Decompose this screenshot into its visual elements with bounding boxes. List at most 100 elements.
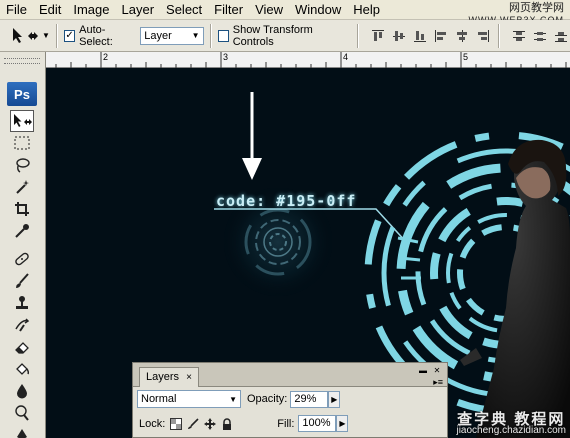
- chevron-down-icon: ▼: [229, 394, 237, 404]
- close-icon[interactable]: ×: [186, 372, 192, 383]
- pen-tool[interactable]: [10, 424, 34, 438]
- menu-select[interactable]: Select: [160, 0, 208, 20]
- blur-tool[interactable]: [10, 380, 34, 402]
- eraser-tool[interactable]: [10, 336, 34, 358]
- checkmark-icon: ✓: [65, 29, 74, 41]
- canvas-code-text: code: #195-0ff: [216, 192, 357, 210]
- site-watermark-bottom: 查字典 教程网 jiaocheng.chazidian.com: [456, 411, 566, 436]
- align-top-icon[interactable]: [369, 27, 387, 45]
- opacity-label: Opacity:: [247, 393, 288, 405]
- dodge-icon: [15, 405, 29, 421]
- lock-transparency-icon[interactable]: [169, 417, 183, 431]
- align-left-icon[interactable]: [432, 27, 450, 45]
- menu-view[interactable]: View: [249, 0, 289, 20]
- show-transform-label: Show Transform Controls: [232, 23, 313, 48]
- triangle-right-icon: ▶: [331, 394, 338, 404]
- layers-panel-tabbar: Layers × ▬ ✕ ▸≡: [133, 363, 447, 387]
- separator: [55, 23, 58, 48]
- horizontal-ruler[interactable]: 2 3 4 5: [46, 52, 570, 68]
- lock-all-icon[interactable]: [220, 417, 234, 431]
- options-bar: ▼ ✓ Auto-Select: Layer ▼ Show Transform …: [0, 20, 570, 52]
- eyedropper-icon: [15, 224, 29, 238]
- align-right-icon[interactable]: [474, 27, 492, 45]
- menu-image[interactable]: Image: [67, 0, 115, 20]
- distribute-bottom-icon[interactable]: [552, 27, 570, 45]
- menu-edit[interactable]: Edit: [33, 0, 67, 20]
- paint-bucket-icon: [16, 363, 30, 375]
- align-vcenter-icon[interactable]: [390, 27, 408, 45]
- blend-mode-dropdown[interactable]: Normal ▼: [137, 390, 241, 408]
- crop-tool[interactable]: [10, 198, 34, 220]
- lock-pixels-icon[interactable]: [186, 417, 200, 431]
- stamp-icon: [16, 296, 28, 309]
- droplet-icon: [17, 384, 27, 399]
- separator: [357, 23, 359, 48]
- ruler-label-4: 4: [343, 52, 349, 62]
- clone-stamp-tool[interactable]: [10, 292, 34, 314]
- history-brush-tool[interactable]: [10, 314, 34, 336]
- layers-panel: Layers × ▬ ✕ ▸≡ Normal ▼ Opacity: 29% ▶ …: [132, 362, 448, 438]
- tab-layers-label: Layers: [146, 371, 180, 383]
- watermark-bottom-line1: 查字典 教程网: [457, 411, 566, 428]
- panel-menu-icon[interactable]: ▸≡: [433, 377, 443, 388]
- menu-window[interactable]: Window: [289, 0, 347, 20]
- auto-select-value: Layer: [144, 29, 172, 42]
- panel-window-buttons: ▬ ✕: [417, 366, 443, 376]
- tool-preset-picker[interactable]: ▼: [10, 23, 50, 49]
- opacity-slider-button[interactable]: ▶: [328, 390, 341, 408]
- history-brush-icon: [15, 318, 30, 332]
- toolbox: Ps: [0, 52, 46, 438]
- brush-icon: [16, 273, 29, 288]
- toolbox-grip[interactable]: [4, 58, 40, 64]
- blend-row: Normal ▼ Opacity: 29% ▶: [133, 390, 447, 408]
- auto-select-dropdown[interactable]: Layer ▼: [140, 26, 204, 45]
- separator: [209, 23, 212, 48]
- align-hcenter-icon[interactable]: [453, 27, 471, 45]
- separator: [498, 23, 500, 48]
- marquee-tool[interactable]: [10, 132, 34, 154]
- eyedropper-tool[interactable]: [10, 220, 34, 242]
- chevron-down-icon: ▼: [191, 31, 200, 40]
- ruler-ticks: [55, 52, 567, 68]
- show-transform-checkbox[interactable]: [217, 29, 229, 42]
- bandage-icon: [15, 252, 29, 266]
- lock-row: Lock: Fill: 100% ▶: [133, 415, 447, 432]
- move-tool-icon: [13, 27, 38, 43]
- align-bottom-icon[interactable]: [411, 27, 429, 45]
- ruler-label-2: 2: [103, 52, 109, 62]
- menu-filter[interactable]: Filter: [208, 0, 249, 20]
- brush-tool[interactable]: [10, 270, 34, 292]
- minimize-icon[interactable]: ▬: [417, 366, 429, 376]
- move-tool-icon: [14, 114, 32, 127]
- watermark-bottom-line2: jiaocheng.chazidian.com: [456, 425, 566, 436]
- photoshop-logo[interactable]: Ps: [7, 82, 37, 106]
- close-panel-icon[interactable]: ✕: [431, 366, 443, 376]
- distribute-top-icon[interactable]: [510, 27, 528, 45]
- triangle-right-icon: ▶: [339, 419, 346, 428]
- healing-brush-tool[interactable]: [10, 248, 34, 270]
- marquee-icon: [14, 136, 30, 150]
- lasso-tool[interactable]: [10, 154, 34, 176]
- tab-layers[interactable]: Layers ×: [139, 367, 199, 387]
- pen-icon: [17, 429, 27, 438]
- auto-select-checkbox[interactable]: ✓: [63, 29, 76, 42]
- move-tool[interactable]: [10, 110, 34, 132]
- fill-label: Fill:: [277, 417, 295, 430]
- paint-bucket-tool[interactable]: [10, 358, 34, 380]
- distribute-vcenter-icon[interactable]: [531, 27, 549, 45]
- eraser-icon: [15, 342, 29, 354]
- opacity-input[interactable]: 29%: [290, 390, 329, 408]
- chevron-down-icon: ▼: [42, 31, 50, 40]
- menu-layer[interactable]: Layer: [116, 0, 161, 20]
- ruler-label-3: 3: [223, 52, 229, 62]
- dodge-tool[interactable]: [10, 402, 34, 424]
- magic-wand-tool[interactable]: [10, 176, 34, 198]
- lock-position-icon[interactable]: [203, 417, 217, 431]
- fill-input[interactable]: 100%: [298, 415, 337, 432]
- watermark-line1: 网页教学网: [509, 2, 564, 14]
- menu-file[interactable]: File: [0, 0, 33, 20]
- menu-help[interactable]: Help: [347, 0, 386, 20]
- fill-slider-button[interactable]: ▶: [336, 415, 349, 432]
- crop-icon: [15, 202, 29, 216]
- down-arrow-icon: [242, 92, 262, 180]
